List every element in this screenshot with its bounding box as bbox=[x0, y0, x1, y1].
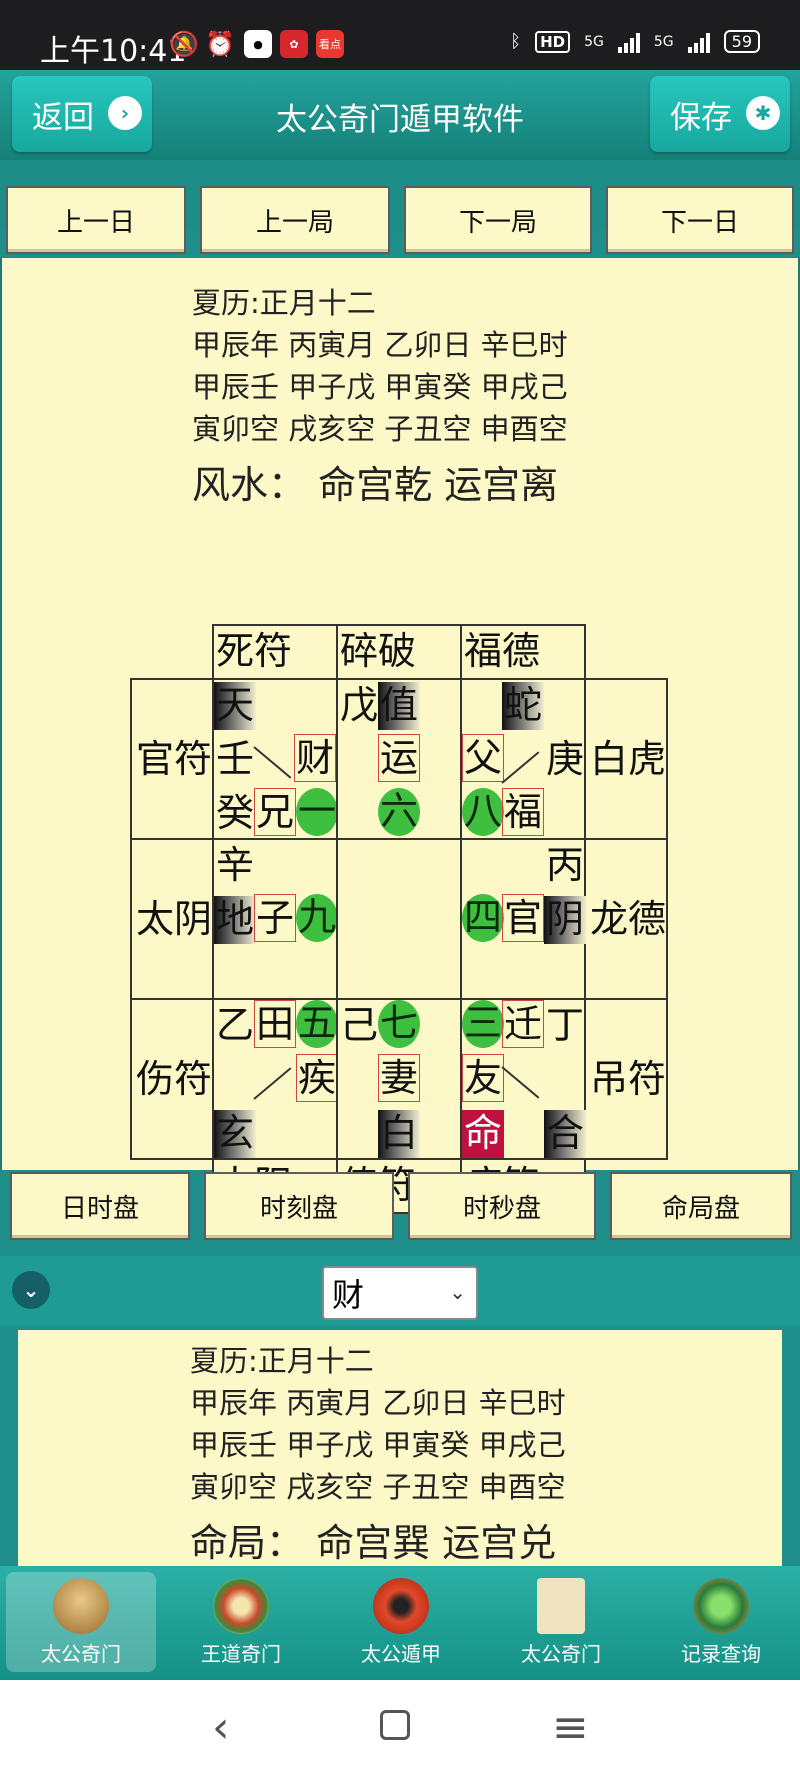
top-label-3: 福德 bbox=[460, 624, 586, 680]
status-bar: 上午10:41 🔕 ⏰ ● ✿ 看点 ᛒ HD 5G 5G 59 bbox=[0, 0, 800, 70]
alarm-icon: ⏰ bbox=[205, 30, 235, 58]
save-button[interactable]: 保存 ✱ bbox=[650, 76, 790, 152]
tab-taigong-qimen[interactable]: 太公奇门 bbox=[6, 1572, 156, 1672]
battery-icon: 59 bbox=[723, 30, 760, 53]
menu-nav-icon[interactable]: ≡ bbox=[552, 1702, 589, 1753]
home-nav-icon[interactable] bbox=[380, 1710, 410, 1740]
gear-icon: ✱ bbox=[746, 96, 780, 130]
category-select[interactable]: 财 ⌄ bbox=[322, 1266, 478, 1320]
tab-wangdao-qimen[interactable]: 王道奇门 bbox=[166, 1572, 316, 1672]
palace-nw: 三 迁 丁 友 命 合 bbox=[460, 998, 586, 1160]
mingju-pan-button[interactable]: 命局盘 bbox=[610, 1172, 792, 1240]
shimiao-pan-button[interactable]: 时秒盘 bbox=[408, 1172, 596, 1240]
shike-pan-button[interactable]: 时刻盘 bbox=[204, 1172, 394, 1240]
next-day-button[interactable]: 下一日 bbox=[606, 186, 794, 254]
palace-w: 丙 四 官 阴 bbox=[460, 838, 586, 1000]
palace-e: 辛 地 子 九 bbox=[212, 838, 338, 1000]
tab-record-query[interactable]: 记录查询 bbox=[646, 1572, 796, 1672]
app-frame: 返回 › 太公奇门遁甲软件 保存 ✱ 上一日 上一局 下一局 下一日 夏历:正月… bbox=[0, 70, 800, 1680]
lunar-date-2: 夏历:正月十二 bbox=[190, 1344, 374, 1378]
bluetooth-icon: ᛒ bbox=[510, 31, 522, 52]
prev-day-button[interactable]: 上一日 bbox=[6, 186, 186, 254]
save-label: 保存 bbox=[670, 99, 732, 136]
left-label-2: 太阴 bbox=[130, 838, 214, 1000]
right-label-3: 吊符 bbox=[584, 998, 668, 1160]
category-select-value: 财 bbox=[332, 1276, 365, 1314]
palace-sw: 蛇 父 庚 八 福 bbox=[460, 678, 586, 840]
signal-icon-1 bbox=[617, 31, 640, 53]
palace-ne: 乙 田 五 疾 玄 bbox=[212, 998, 338, 1160]
ganzhi-line-2: 甲辰年 丙寅月 乙卯日 辛巳时 bbox=[190, 1386, 566, 1420]
rishi-pan-button[interactable]: 日时盘 bbox=[10, 1172, 190, 1240]
dropdown-arrow-icon: ⌄ bbox=[449, 1280, 466, 1304]
tab-taigong-qimen-2[interactable]: 太公奇门 bbox=[486, 1572, 636, 1672]
xun-line: 甲辰壬 甲子戊 甲寅癸 甲戌己 bbox=[192, 370, 568, 404]
fengshui-line: 风水： 命宫乾 运宫离 bbox=[192, 463, 559, 507]
tab-taigong-dunjia[interactable]: 太公遁甲 bbox=[326, 1572, 476, 1672]
kong-line: 寅卯空 戌亥空 子丑空 申酉空 bbox=[192, 412, 568, 446]
left-label-1: 官符 bbox=[130, 678, 214, 840]
xun-line-2: 甲辰壬 甲子戊 甲寅癸 甲戌己 bbox=[190, 1428, 566, 1462]
system-nav-bar: ‹ ≡ bbox=[0, 1680, 800, 1778]
network-5g-2: 5G bbox=[653, 33, 674, 50]
top-label-1: 死符 bbox=[212, 624, 338, 680]
top-label-2: 碎破 bbox=[336, 624, 462, 680]
palace-n: 己 七 妻 白 bbox=[336, 998, 462, 1160]
prev-ju-button[interactable]: 上一局 bbox=[200, 186, 390, 254]
luopan-icon bbox=[213, 1578, 269, 1634]
ganzhi-line: 甲辰年 丙寅月 乙卯日 辛巳时 bbox=[192, 328, 568, 362]
secondary-bar: ⌄ 财 ⌄ bbox=[0, 1256, 800, 1326]
next-ju-button[interactable]: 下一局 bbox=[404, 186, 592, 254]
right-label-1: 白虎 bbox=[584, 678, 668, 840]
yinyang-icon bbox=[373, 1578, 429, 1634]
hd-badge: HD bbox=[535, 30, 571, 53]
globe-icon bbox=[693, 1578, 749, 1634]
status-right: ᛒ HD 5G 5G 59 bbox=[510, 30, 760, 53]
palace-s: 戊 值 运 六 bbox=[336, 678, 462, 840]
header: 返回 › 太公奇门遁甲软件 保存 ✱ bbox=[0, 70, 800, 160]
app-icon: ✿ bbox=[280, 30, 308, 58]
signal-icon-2 bbox=[687, 31, 710, 53]
kong-line-2: 寅卯空 戌亥空 子丑空 申酉空 bbox=[190, 1470, 566, 1504]
back-nav-icon[interactable]: ‹ bbox=[212, 1702, 230, 1753]
right-label-2: 龙德 bbox=[584, 838, 668, 1000]
calendar-icon bbox=[537, 1578, 585, 1634]
palace-se: 天 壬 财 癸 兄 一 bbox=[212, 678, 338, 840]
chart-panel: 夏历:正月十二 甲辰年 丙寅月 乙卯日 辛巳时 甲辰壬 甲子戊 甲寅癸 甲戌己 … bbox=[0, 258, 800, 1214]
bottom-tab-bar: 太公奇门 王道奇门 太公遁甲 太公奇门 记录查询 bbox=[0, 1566, 800, 1680]
chevron-down-icon[interactable]: ⌄ bbox=[12, 1271, 50, 1309]
status-time: 上午10:41 bbox=[40, 34, 187, 69]
network-5g-1: 5G bbox=[584, 33, 604, 50]
qimen-chart: 死符 碎破 福德 官符 太阴 伤符 白虎 龙德 吊符 天 壬 财 癸 兄 一 戊… bbox=[130, 624, 674, 1218]
compass-icon bbox=[53, 1578, 109, 1634]
lunar-date: 夏历:正月十二 bbox=[192, 286, 376, 320]
mingju-line: 命局： 命宫巽 运宫兑 bbox=[190, 1521, 557, 1565]
left-label-3: 伤符 bbox=[130, 998, 214, 1160]
qq-icon: ● bbox=[244, 30, 272, 58]
mute-icon: 🔕 bbox=[169, 30, 199, 58]
palace-center bbox=[336, 838, 462, 1000]
news-icon: 看点 bbox=[316, 30, 344, 58]
